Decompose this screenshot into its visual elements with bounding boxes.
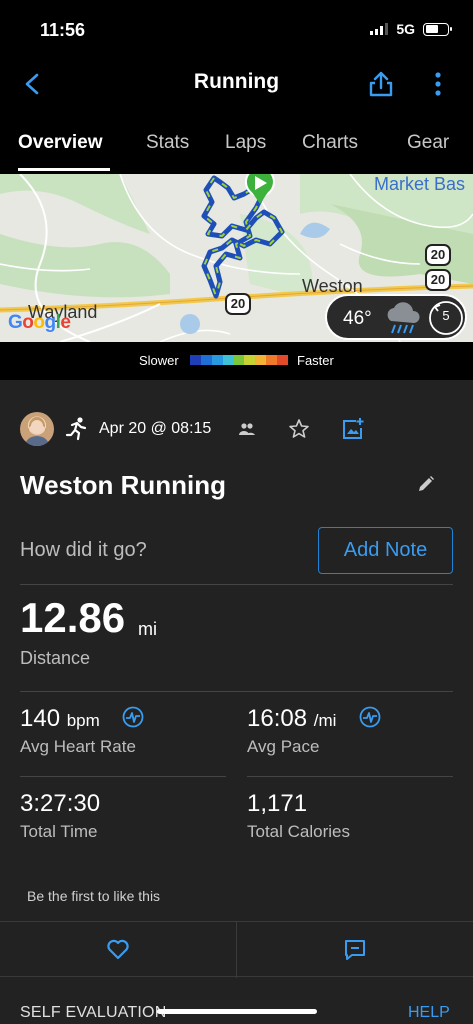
running-icon: [64, 416, 90, 442]
weather-badge[interactable]: 46° 5: [325, 294, 467, 340]
more-vertical-icon[interactable]: [428, 69, 448, 99]
pace-color-swatch: [190, 355, 201, 365]
tab-overview[interactable]: Overview: [18, 132, 103, 154]
pace-stat: 16:08 /mi: [247, 705, 336, 733]
heart-rate-sensor-icon[interactable]: [122, 706, 144, 728]
top-bar: Running: [0, 58, 473, 110]
signal-icon: [370, 23, 389, 35]
google-logo: Google: [8, 312, 71, 333]
tab-gear[interactable]: Gear: [407, 132, 449, 154]
tab-laps[interactable]: Laps: [225, 132, 266, 154]
help-link[interactable]: HELP: [408, 1004, 450, 1022]
home-indicator: [157, 1009, 317, 1014]
star-icon[interactable]: [288, 418, 310, 440]
total-time-label: Total Time: [20, 822, 98, 841]
tab-bar: Overview Stats Laps Charts Gear: [0, 118, 473, 174]
distance-label: Distance: [20, 648, 91, 668]
pace-value: 16:08: [247, 705, 308, 732]
route-shield: 20: [225, 293, 251, 315]
pace-color-swatch: [255, 355, 267, 365]
activity-title: Weston Running: [20, 470, 227, 500]
divider: [247, 776, 453, 777]
pencil-icon[interactable]: [416, 474, 436, 494]
social-action-bar: [0, 921, 473, 978]
pace-color-swatch: [266, 355, 278, 365]
pace-legend: Slower Faster: [0, 342, 473, 380]
pace-sensor-icon[interactable]: [359, 706, 381, 728]
heart-rate-stat: 140 bpm: [20, 705, 100, 733]
pace-color-swatch: [277, 355, 289, 365]
activity-date: Apr 20 @ 08:15: [99, 420, 212, 437]
pace-color-scale: [190, 355, 289, 365]
tab-stats[interactable]: Stats: [146, 132, 189, 154]
status-indicators: 5G: [370, 21, 452, 37]
heart-rate-label: Avg Heart Rate: [20, 737, 136, 756]
share-icon[interactable]: [366, 69, 396, 99]
heart-rate-value: 140: [20, 705, 61, 732]
map-label-market: Market Bas: [374, 174, 466, 194]
activity-card: Apr 20 @ 08:15 Weston Running How did it…: [0, 380, 473, 1024]
heart-icon[interactable]: [106, 938, 130, 960]
divider: [20, 776, 226, 777]
rain-cloud-icon: [383, 301, 423, 335]
add-note-button[interactable]: Add Note: [318, 527, 453, 574]
pace-label: Avg Pace: [247, 737, 320, 756]
add-photo-icon[interactable]: [341, 417, 365, 441]
feedback-prompt: How did it go?: [20, 539, 147, 561]
weather-temperature: 46°: [343, 308, 372, 329]
divider: [20, 691, 453, 692]
pace-color-swatch: [244, 355, 256, 365]
pace-unit: /mi: [313, 711, 337, 730]
likes-text: Be the first to like this: [27, 888, 161, 904]
distance-unit: mi: [138, 619, 157, 639]
calories-value: 1,171: [247, 790, 308, 817]
battery-icon: [423, 22, 452, 36]
pace-color-swatch: [211, 355, 223, 365]
route-map[interactable]: Market Bas Weston Wayland 20 20 20 Googl…: [0, 174, 473, 342]
active-tab-indicator: [18, 168, 110, 171]
self-evaluation-heading: SELF EVALUATION: [20, 1004, 167, 1021]
legend-faster-label: Faster: [297, 353, 334, 368]
total-time-value: 3:27:30: [20, 790, 101, 817]
network-type: 5G: [396, 21, 415, 37]
wind-speed: 5: [442, 308, 450, 323]
tab-charts[interactable]: Charts: [302, 132, 358, 154]
people-icon: [238, 422, 256, 436]
route-shield: 20: [425, 244, 451, 266]
status-bar: 11:56 5G: [0, 0, 473, 58]
calories-label: Total Calories: [247, 822, 350, 841]
pace-color-swatch: [233, 355, 245, 365]
divider: [20, 584, 453, 585]
legend-slower-label: Slower: [139, 353, 179, 368]
avatar[interactable]: [20, 412, 54, 446]
divider: [236, 922, 237, 978]
comment-icon[interactable]: [343, 938, 367, 962]
pace-color-swatch: [222, 355, 234, 365]
distance-value: 12.86: [20, 594, 126, 641]
route-shield: 20: [425, 269, 451, 291]
page-title: Running: [193, 70, 280, 93]
pace-color-swatch: [200, 355, 212, 365]
status-time: 11:56: [40, 20, 86, 40]
heart-rate-unit: bpm: [66, 711, 100, 730]
